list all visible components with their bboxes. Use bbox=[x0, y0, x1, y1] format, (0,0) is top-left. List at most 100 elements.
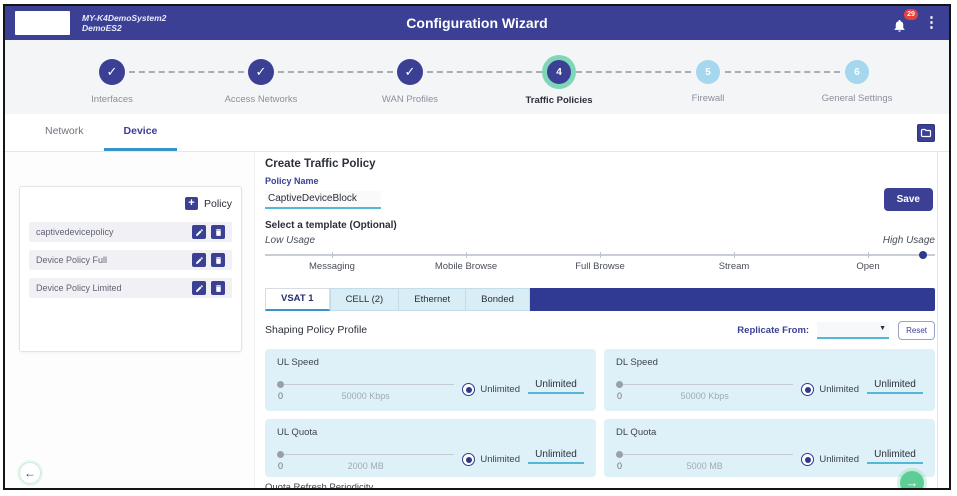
unlimited-radio-label: Unlimited bbox=[480, 384, 520, 395]
back-button[interactable]: ← bbox=[19, 462, 41, 484]
slider-track[interactable] bbox=[277, 384, 454, 386]
logo bbox=[15, 11, 70, 35]
delete-policy-button[interactable] bbox=[211, 225, 225, 239]
open-window-button[interactable] bbox=[917, 124, 935, 142]
replicate-from-label: Replicate From: bbox=[737, 325, 809, 336]
slider-thumb[interactable] bbox=[277, 381, 284, 388]
add-policy-button[interactable]: + Policy bbox=[29, 197, 232, 210]
tab-cell[interactable]: CELL (2) bbox=[330, 288, 399, 311]
policy-name-input[interactable] bbox=[265, 191, 381, 209]
next-button[interactable]: → bbox=[900, 471, 924, 490]
slider-tick bbox=[868, 252, 869, 258]
ul-quota-unlimited-radio[interactable] bbox=[462, 453, 475, 466]
tab-filler-bar bbox=[530, 288, 935, 311]
step-label: Access Networks bbox=[201, 94, 321, 105]
save-button[interactable]: Save bbox=[884, 188, 933, 211]
tab-device[interactable]: Device bbox=[104, 114, 178, 151]
dl-quota-unlimited-radio[interactable] bbox=[801, 453, 814, 466]
tab-network[interactable]: Network bbox=[25, 114, 104, 151]
slider-tick bbox=[466, 252, 467, 258]
unlimited-radio-label: Unlimited bbox=[819, 454, 859, 465]
check-icon: ✓ bbox=[107, 64, 118, 80]
policy-list-item[interactable]: Device Policy Limited bbox=[29, 278, 232, 298]
step-firewall[interactable]: 5 Firewall bbox=[648, 40, 768, 104]
step-label: WAN Profiles bbox=[350, 94, 470, 105]
template-option-open[interactable]: Open bbox=[801, 261, 935, 272]
policy-list-panel: + Policy captivedevicepolicy Device Poli… bbox=[5, 152, 255, 490]
step-label: General Settings bbox=[797, 93, 917, 104]
delete-policy-button[interactable] bbox=[211, 281, 225, 295]
delete-policy-button[interactable] bbox=[211, 253, 225, 267]
slider-track[interactable] bbox=[277, 454, 454, 456]
step-label: Firewall bbox=[648, 93, 768, 104]
policy-name: Device Policy Full bbox=[36, 255, 187, 265]
slider-thumb[interactable] bbox=[277, 451, 284, 458]
wizard-stepper: ✓ Interfaces ✓ Access Networks ✓ WAN Pro… bbox=[5, 40, 949, 114]
create-policy-panel: Create Traffic Policy Policy Name Save S… bbox=[257, 152, 937, 490]
slider-max: 2000 MB bbox=[277, 461, 454, 471]
slider-tick bbox=[332, 252, 333, 258]
trash-icon bbox=[214, 256, 223, 265]
policy-card: + Policy captivedevicepolicy Device Poli… bbox=[19, 186, 242, 352]
ul-speed-unlimited-radio[interactable] bbox=[462, 383, 475, 396]
edit-policy-button[interactable] bbox=[192, 253, 206, 267]
template-option-messaging[interactable]: Messaging bbox=[265, 261, 399, 272]
edit-policy-button[interactable] bbox=[192, 281, 206, 295]
notification-badge: 29 bbox=[904, 9, 918, 20]
dl-quota-value-input[interactable] bbox=[867, 448, 923, 464]
slider-max: 5000 MB bbox=[616, 461, 793, 471]
step-general-settings[interactable]: 6 General Settings bbox=[797, 40, 917, 104]
edit-policy-button[interactable] bbox=[192, 225, 206, 239]
dl-quota-slider[interactable]: 0 5000 MB bbox=[616, 449, 793, 471]
dl-speed-unlimited-radio[interactable] bbox=[801, 383, 814, 396]
slider-track[interactable] bbox=[616, 384, 793, 386]
step-wan-profiles[interactable]: ✓ WAN Profiles bbox=[350, 40, 470, 105]
replicate-from-dropdown[interactable]: ▼ bbox=[817, 322, 889, 339]
template-slider[interactable] bbox=[265, 249, 935, 261]
step-interfaces[interactable]: ✓ Interfaces bbox=[52, 40, 172, 105]
bell-icon bbox=[892, 18, 907, 33]
slider-track[interactable] bbox=[616, 454, 793, 456]
slider-max: 50000 Kbps bbox=[277, 391, 454, 401]
slider-max: 50000 Kbps bbox=[616, 391, 793, 401]
dl-speed-slider[interactable]: 0 50000 Kbps bbox=[616, 379, 793, 401]
slider-tick bbox=[600, 252, 601, 258]
step-label: Traffic Policies bbox=[499, 95, 619, 106]
dl-speed-label: DL Speed bbox=[616, 357, 923, 368]
slider-tick bbox=[734, 252, 735, 258]
policy-name: captivedevicepolicy bbox=[36, 227, 187, 237]
overflow-menu-button[interactable]: ⋮ bbox=[924, 13, 939, 33]
template-option-full-browse[interactable]: Full Browse bbox=[533, 261, 667, 272]
slider-thumb[interactable] bbox=[616, 451, 623, 458]
ul-quota-label: UL Quota bbox=[277, 427, 584, 438]
step-number: 6 bbox=[854, 67, 860, 78]
step-label: Interfaces bbox=[52, 94, 172, 105]
chevron-down-icon: ▼ bbox=[879, 325, 886, 332]
template-slider-thumb[interactable] bbox=[919, 251, 927, 259]
step-access-networks[interactable]: ✓ Access Networks bbox=[201, 40, 321, 105]
plus-icon: + bbox=[185, 197, 198, 210]
template-section-label: Select a template (Optional) bbox=[265, 220, 935, 231]
tab-ethernet[interactable]: Ethernet bbox=[398, 288, 465, 311]
policy-list-item[interactable]: Device Policy Full bbox=[29, 250, 232, 270]
ul-speed-slider[interactable]: 0 50000 Kbps bbox=[277, 379, 454, 401]
ul-quota-value-input[interactable] bbox=[528, 448, 584, 464]
wan-profile-tabs: VSAT 1 CELL (2) Ethernet Bonded bbox=[265, 288, 935, 311]
dl-speed-value-input[interactable] bbox=[867, 378, 923, 394]
check-icon: ✓ bbox=[405, 64, 416, 80]
high-usage-label: High Usage bbox=[883, 235, 935, 246]
slider-thumb[interactable] bbox=[616, 381, 623, 388]
policy-list-item[interactable]: captivedevicepolicy bbox=[29, 222, 232, 242]
ul-quota-slider[interactable]: 0 2000 MB bbox=[277, 449, 454, 471]
scroll-divider bbox=[937, 152, 938, 490]
template-option-mobile-browse[interactable]: Mobile Browse bbox=[399, 261, 533, 272]
step-traffic-policies[interactable]: 4 Traffic Policies bbox=[499, 40, 619, 106]
tab-vsat1[interactable]: VSAT 1 bbox=[265, 288, 330, 311]
notifications-button[interactable]: 29 bbox=[892, 13, 910, 33]
tab-bonded[interactable]: Bonded bbox=[465, 288, 530, 311]
template-option-stream[interactable]: Stream bbox=[667, 261, 801, 272]
reset-button[interactable]: Reset bbox=[898, 321, 935, 340]
dl-quota-label: DL Quota bbox=[616, 427, 923, 438]
trash-icon bbox=[214, 228, 223, 237]
ul-speed-value-input[interactable] bbox=[528, 378, 584, 394]
